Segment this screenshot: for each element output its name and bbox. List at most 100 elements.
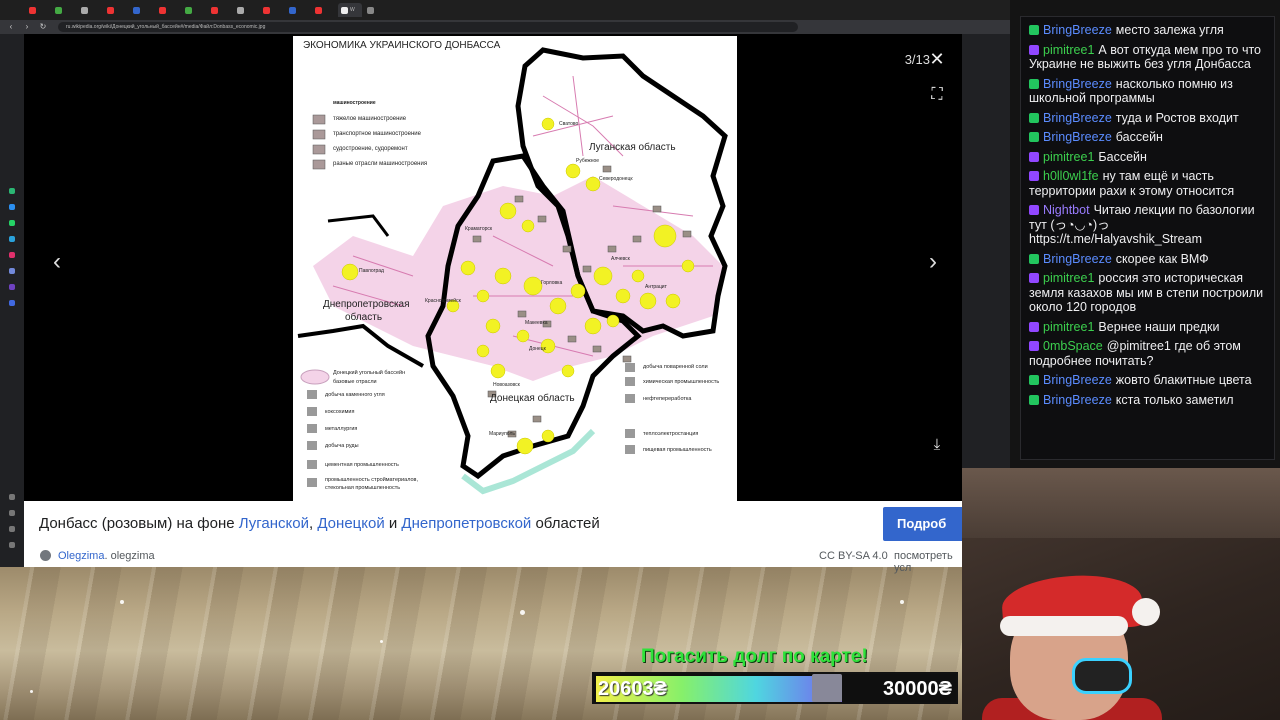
sidebar-app-icon[interactable] — [9, 236, 15, 242]
tab-favicon-icon — [185, 6, 192, 14]
donation-goal-current: 20603₴ — [598, 678, 667, 700]
attribution-bar: Olegzima. olegzima CC BY-SA 4.0 посмотре… — [24, 546, 962, 574]
sidebar-app-icon[interactable] — [9, 252, 15, 258]
chat-username[interactable]: BringBreeze — [1043, 252, 1112, 266]
sidebar-app-icon[interactable] — [9, 542, 15, 548]
town-label: Мариуполь — [489, 431, 515, 437]
town-label: Алчевск — [611, 256, 630, 262]
browser-tab[interactable] — [130, 3, 154, 17]
microphone — [1072, 658, 1132, 694]
legend-item: нефтепереработка — [643, 396, 692, 402]
browser-tab[interactable] — [26, 3, 50, 17]
chat-badge-icon — [1029, 132, 1039, 142]
chat-username[interactable]: BringBreeze — [1043, 111, 1112, 125]
chat-text: кста только заметил — [1115, 392, 1234, 407]
donbass-economy-map: ЭКОНОМИКА УКРАИНСКОГО ДОНБАССА Луганская… — [293, 36, 737, 501]
chat-badge-icon — [1029, 151, 1039, 162]
tab-favicon-icon — [237, 6, 244, 14]
browser-tab[interactable] — [364, 3, 388, 17]
caption-text: Донбасс (розовым) на фоне Луганской, Дон… — [39, 515, 600, 532]
tab-favicon-icon — [315, 6, 322, 14]
sidebar-app-icon[interactable] — [9, 300, 15, 306]
chat-message: h0ll0wl1fe ну там ещё и часть территории … — [1029, 169, 1270, 198]
chat-text: туда и Ростов входит — [1115, 110, 1239, 125]
town-label: Рубежное — [576, 158, 600, 164]
close-icon[interactable]: ✕ — [926, 48, 948, 70]
browser-tab[interactable] — [286, 3, 310, 17]
santa-hat-pompom — [1132, 598, 1160, 626]
author-link[interactable]: Olegzima — [58, 550, 104, 562]
browser-tab[interactable] — [260, 3, 284, 17]
browser-tab[interactable] — [156, 3, 180, 17]
browser-tab[interactable] — [312, 3, 336, 17]
sidebar-app-icon[interactable] — [9, 510, 15, 516]
town-label: Краматорск — [465, 226, 493, 232]
chat-username[interactable]: pimitree1 — [1043, 150, 1094, 164]
back-icon[interactable]: ‹ — [6, 22, 16, 32]
browser-tab[interactable] — [234, 3, 258, 17]
more-details-label: Подроб — [897, 516, 947, 531]
chat-text: жовто блакитные цвета — [1115, 373, 1252, 387]
license-link[interactable]: CC BY-SA 4.0 — [819, 550, 888, 562]
tab-favicon-icon — [159, 6, 166, 14]
legend-item: разные отрасли машиностроения — [333, 161, 428, 167]
chat-username[interactable]: pimitree1 — [1043, 271, 1094, 285]
author-username: . olegzima — [104, 550, 155, 562]
sidebar-app-icon[interactable] — [9, 188, 15, 194]
link-donetsk[interactable]: Донецкой — [317, 515, 384, 532]
forward-icon[interactable]: › — [22, 22, 32, 32]
browser-tab[interactable] — [104, 3, 128, 17]
chat-message: BringBreeze скорее как ВМФ — [1029, 252, 1270, 267]
legend-item: пищевая промышленность — [643, 447, 712, 453]
reload-icon[interactable]: ↻ — [38, 22, 48, 32]
browser-tab[interactable] — [52, 3, 76, 17]
sidebar-app-icon[interactable] — [9, 284, 15, 290]
region-label-donetsk: Донецкая область — [490, 393, 575, 404]
dnepr-oblast-border — [327, 214, 390, 237]
chat-badge-icon — [1029, 205, 1039, 215]
chat-username[interactable]: pimitree1 — [1043, 320, 1094, 334]
sidebar-app-icon[interactable] — [9, 204, 15, 210]
address-bar[interactable]: ru.wikipedia.org/wiki/Донецкий_угольный_… — [58, 22, 798, 32]
chat-message: BringBreeze туда и Ростов входит — [1029, 111, 1270, 126]
chat-message: 0mbSpace @pimitree1 где об этом подробнее… — [1029, 339, 1270, 368]
sidebar-app-icon[interactable] — [9, 220, 15, 226]
tab-favicon-icon — [211, 6, 218, 14]
chat-text: бассейн — [1115, 130, 1163, 144]
chat-username[interactable]: Nightbot — [1043, 203, 1090, 217]
terms-link[interactable]: посмотреть усл — [894, 550, 962, 574]
download-icon[interactable]: ⤓ — [926, 434, 948, 456]
user-icon — [40, 550, 51, 561]
browser-toolbar: ‹ › ↻ ru.wikipedia.org/wiki/Донецкий_уго… — [0, 20, 1010, 34]
sidebar-app-icon[interactable] — [9, 526, 15, 532]
chat-username[interactable]: h0ll0wl1fe — [1043, 169, 1099, 183]
fullscreen-icon[interactable]: ⛶ — [926, 84, 948, 106]
chat-username[interactable]: pimitree1 — [1043, 43, 1094, 57]
more-details-button[interactable]: Подроб — [883, 507, 973, 541]
browser-tab[interactable] — [182, 3, 206, 17]
chat-username[interactable]: BringBreeze — [1043, 130, 1112, 144]
tab-favicon-icon — [133, 6, 140, 14]
sidebar-app-icon[interactable] — [9, 494, 15, 500]
chat-username[interactable]: BringBreeze — [1043, 23, 1112, 37]
snowflake — [120, 600, 124, 604]
town-label: Сватово — [559, 121, 579, 127]
link-lugansk[interactable]: Луганской — [239, 515, 309, 532]
chat-username[interactable]: 0mbSpace — [1043, 339, 1103, 353]
chat-username[interactable]: BringBreeze — [1043, 393, 1112, 407]
image-caption: Донбасс (розовым) на фоне Луганской, Дон… — [24, 501, 973, 546]
chat-username[interactable]: BringBreeze — [1043, 373, 1112, 387]
link-dnepropetrovsk[interactable]: Днепропетровской — [401, 515, 531, 532]
legend-item: добыча поваренной соли — [643, 364, 708, 370]
browser-tab[interactable] — [78, 3, 102, 17]
prev-image-button[interactable]: ‹ — [42, 245, 72, 279]
chat-username[interactable]: BringBreeze — [1043, 77, 1112, 91]
donation-goal-avatar — [812, 674, 842, 702]
next-image-button[interactable]: › — [918, 245, 948, 279]
town-label: Горловка — [541, 280, 563, 286]
chat-badge-icon — [1029, 112, 1039, 123]
sidebar-app-icon[interactable] — [9, 268, 15, 274]
chat-message: pimitree1 Вернее наши предки — [1029, 320, 1270, 335]
browser-tab[interactable] — [208, 3, 232, 17]
browser-tab-active[interactable]: W — [338, 3, 362, 17]
